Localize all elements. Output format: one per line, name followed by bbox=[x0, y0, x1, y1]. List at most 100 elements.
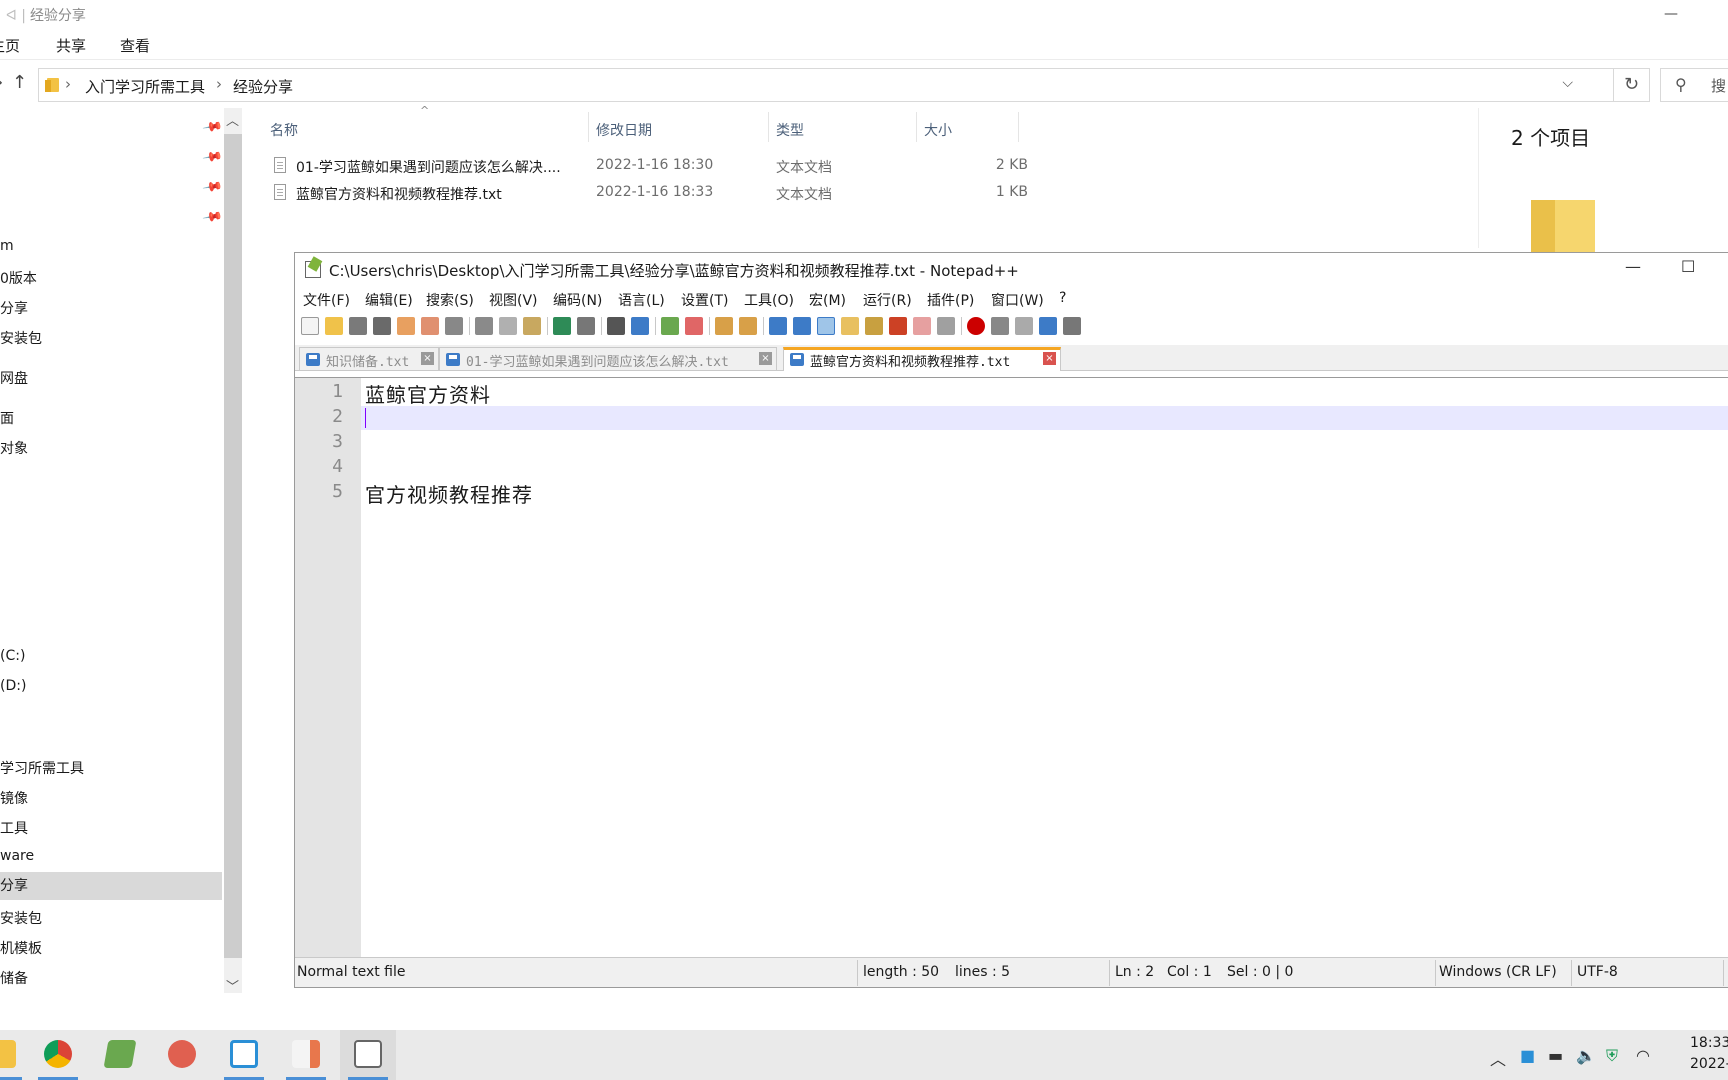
app-tray-icon[interactable]: ■ bbox=[1520, 1046, 1535, 1065]
taskbar-red-app[interactable] bbox=[154, 1030, 210, 1080]
status-encoding[interactable]: UTF-8 bbox=[1577, 964, 1618, 980]
nav-item-drive-d[interactable]: (D:) bbox=[0, 678, 26, 694]
breadcrumb-item-tools[interactable]: 入门学习所需工具 bbox=[85, 76, 205, 97]
taskbar-green-app[interactable] bbox=[92, 1030, 148, 1080]
menu-file[interactable]: 文件(F) bbox=[303, 290, 350, 310]
up-arrow-icon[interactable]: ↑ bbox=[12, 72, 27, 93]
undo-icon[interactable] bbox=[553, 317, 571, 335]
nav-item[interactable]: 安装包 bbox=[0, 908, 42, 928]
indent-guide-icon[interactable] bbox=[817, 317, 835, 335]
close-icon[interactable]: × bbox=[1043, 352, 1056, 365]
taskbar-powerpoint[interactable] bbox=[278, 1030, 334, 1080]
replace-icon[interactable] bbox=[631, 317, 649, 335]
tab-knowledge[interactable]: 知识储备.txt × bbox=[299, 347, 439, 371]
column-divider[interactable] bbox=[916, 112, 917, 142]
print-icon[interactable] bbox=[445, 317, 463, 335]
stop-macro-icon[interactable] bbox=[991, 317, 1009, 335]
file-row[interactable]: 01-学习蓝鲸如果遇到问题应该怎么解决.... 2022-1-16 18:30 … bbox=[270, 154, 1030, 180]
redo-icon[interactable] bbox=[577, 317, 595, 335]
refresh-button[interactable]: ↻ bbox=[1614, 68, 1650, 102]
forward-arrow-icon[interactable]: › bbox=[0, 72, 3, 93]
show-all-chars-icon[interactable] bbox=[793, 317, 811, 335]
menu-search[interactable]: 搜索(S) bbox=[426, 290, 474, 310]
wifi-icon[interactable]: ◠ bbox=[1636, 1046, 1650, 1065]
minimize-button[interactable]: — bbox=[1648, 0, 1694, 30]
nav-item[interactable]: 网盘 bbox=[0, 368, 28, 388]
run-macro-multiple-icon[interactable] bbox=[1039, 317, 1057, 335]
nav-item-drive-c[interactable]: (C:) bbox=[0, 648, 25, 664]
chevron-right-icon[interactable]: › bbox=[216, 75, 222, 93]
function-list-icon[interactable] bbox=[889, 317, 907, 335]
find-icon[interactable] bbox=[607, 317, 625, 335]
pin-icon[interactable]: 📌 bbox=[201, 147, 223, 169]
sync-horizontal-icon[interactable] bbox=[739, 317, 757, 335]
minimize-button[interactable]: — bbox=[1625, 257, 1641, 276]
paste-icon[interactable] bbox=[523, 317, 541, 335]
column-header-size[interactable]: 大小 bbox=[924, 120, 952, 140]
ribbon-tab-home[interactable]: 主页 bbox=[0, 35, 20, 56]
menu-view[interactable]: 视图(V) bbox=[489, 290, 538, 310]
editor-line[interactable]: 官方视频教程推荐 bbox=[365, 479, 533, 508]
editor-line[interactable]: 蓝鲸官方资料 bbox=[365, 379, 491, 408]
play-macro-icon[interactable] bbox=[1015, 317, 1033, 335]
nav-scrollbar[interactable]: ︿ ﹀ bbox=[224, 108, 242, 995]
word-wrap-icon[interactable] bbox=[769, 317, 787, 335]
taskbar-notepad-plus-plus[interactable] bbox=[340, 1030, 396, 1080]
nav-item[interactable]: 储备 bbox=[0, 968, 28, 988]
scroll-down-icon[interactable]: ﹀ bbox=[226, 976, 239, 995]
menu-settings[interactable]: 设置(T) bbox=[681, 290, 728, 310]
copy-icon[interactable] bbox=[499, 317, 517, 335]
menu-encoding[interactable]: 编码(N) bbox=[553, 290, 602, 310]
pin-icon[interactable]: 📌 bbox=[201, 117, 223, 139]
file-row[interactable]: 蓝鲸官方资料和视频教程推荐.txt 2022-1-16 18:33 文本文档 1… bbox=[270, 181, 1030, 207]
status-eol[interactable]: Windows (CR LF) bbox=[1439, 964, 1557, 980]
nav-item[interactable]: 工具 bbox=[0, 818, 28, 838]
menu-help[interactable]: ? bbox=[1059, 290, 1066, 306]
column-header-type[interactable]: 类型 bbox=[776, 120, 804, 140]
address-bar[interactable]: › 入门学习所需工具 › 经验分享 ⌵ bbox=[38, 68, 1614, 102]
ribbon-tab-view[interactable]: 查看 bbox=[120, 35, 150, 56]
pin-icon[interactable]: 📌 bbox=[201, 177, 223, 199]
nav-item[interactable]: 安装包 bbox=[0, 328, 42, 348]
new-file-icon[interactable] bbox=[301, 317, 319, 335]
open-file-icon[interactable] bbox=[325, 317, 343, 335]
volume-icon[interactable]: 🔈 bbox=[1576, 1046, 1596, 1065]
menu-run[interactable]: 运行(R) bbox=[863, 290, 912, 310]
chevron-right-icon[interactable]: › bbox=[65, 75, 71, 93]
scrollbar-thumb[interactable] bbox=[224, 134, 242, 958]
save-macro-icon[interactable] bbox=[1063, 317, 1081, 335]
close-all-icon[interactable] bbox=[421, 317, 439, 335]
nav-item-selected[interactable]: 分享 bbox=[0, 872, 222, 900]
chevron-down-icon[interactable]: ⌵ bbox=[1562, 75, 1573, 91]
pin-icon[interactable]: 📌 bbox=[201, 207, 223, 229]
nav-item[interactable]: m bbox=[0, 238, 14, 254]
close-icon[interactable]: × bbox=[421, 352, 434, 365]
close-file-icon[interactable] bbox=[397, 317, 415, 335]
taskbar-clock[interactable]: 18:33 2022-1 bbox=[1690, 1033, 1728, 1075]
column-divider[interactable] bbox=[588, 112, 589, 142]
search-input[interactable]: ⚲ 搜 bbox=[1660, 68, 1728, 102]
close-icon[interactable]: × bbox=[759, 352, 772, 365]
tab-learning-issues[interactable]: 01-学习蓝鲸如果遇到问题应该怎么解决.txt × bbox=[439, 347, 777, 371]
zoom-out-icon[interactable] bbox=[685, 317, 703, 335]
scroll-up-icon[interactable]: ︿ bbox=[226, 110, 239, 129]
taskbar-file-explorer[interactable] bbox=[0, 1030, 30, 1080]
nav-item[interactable]: 对象 bbox=[0, 438, 28, 458]
record-macro-icon[interactable] bbox=[967, 317, 985, 335]
sync-vertical-icon[interactable] bbox=[715, 317, 733, 335]
cut-icon[interactable] bbox=[475, 317, 493, 335]
nav-item[interactable]: ware bbox=[0, 848, 34, 864]
folder-as-workspace-icon[interactable] bbox=[913, 317, 931, 335]
column-header-name[interactable]: 名称 bbox=[270, 120, 298, 140]
save-icon[interactable] bbox=[349, 317, 367, 335]
lang-define-icon[interactable] bbox=[841, 317, 859, 335]
nav-item[interactable]: 分享 bbox=[0, 298, 28, 318]
taskbar-vmware[interactable] bbox=[216, 1030, 272, 1080]
column-divider[interactable] bbox=[768, 112, 769, 142]
breadcrumb-item-experience[interactable]: 经验分享 bbox=[233, 76, 293, 97]
column-divider[interactable] bbox=[1018, 112, 1019, 142]
nav-item[interactable]: 镜像 bbox=[0, 788, 28, 808]
menu-plugins[interactable]: 插件(P) bbox=[927, 290, 974, 310]
maximize-button[interactable]: ☐ bbox=[1681, 257, 1695, 276]
taskbar-chrome[interactable] bbox=[30, 1030, 86, 1080]
